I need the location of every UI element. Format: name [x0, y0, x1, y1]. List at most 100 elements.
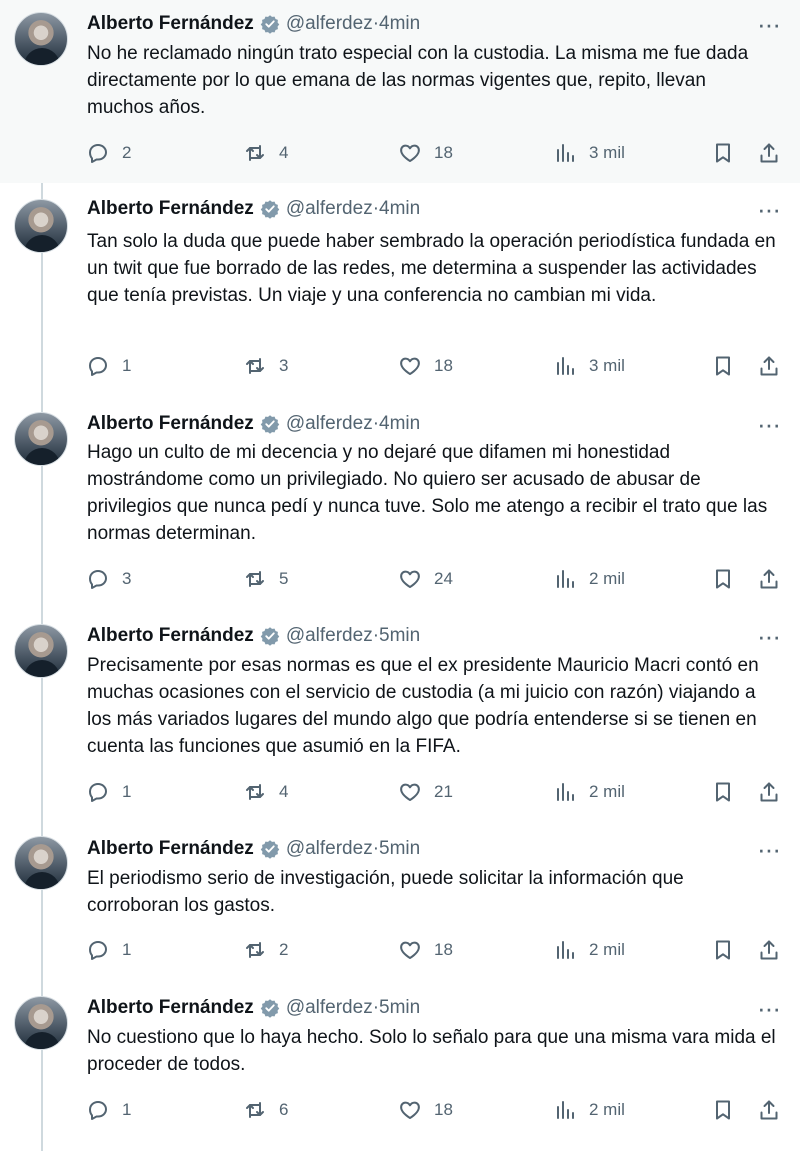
author-name[interactable]: Alberto Fernández — [87, 625, 254, 647]
tweet-actions: 2 4 18 3 mil — [0, 139, 800, 167]
like-button[interactable]: 18 — [398, 139, 453, 167]
tweet[interactable]: Alberto Fernández @alferdez · 4min ··· N… — [0, 0, 800, 183]
more-options-icon[interactable]: ··· — [757, 834, 781, 864]
tweet-text: Precisamente por esas normas es que el e… — [87, 655, 759, 757]
share-button[interactable] — [757, 1096, 781, 1124]
tweet-timestamp[interactable]: 5min — [379, 625, 420, 647]
tweet-timestamp[interactable]: 4min — [379, 198, 420, 220]
view-count: 2 mil — [589, 1100, 625, 1119]
reply-button[interactable]: 2 — [86, 139, 131, 167]
views-button[interactable]: 2 mil — [553, 1096, 625, 1124]
tweet[interactable]: Alberto Fernández @alferdez · 5min ··· P… — [0, 607, 800, 820]
author-handle[interactable]: @alferdez — [286, 198, 373, 220]
view-count: 3 mil — [589, 356, 625, 375]
share-icon — [760, 1100, 778, 1120]
reply-count: 1 — [122, 1100, 132, 1119]
bookmark-button[interactable] — [711, 1096, 735, 1124]
share-button[interactable] — [757, 936, 781, 964]
bookmark-button[interactable] — [711, 352, 735, 380]
bookmark-button[interactable] — [711, 565, 735, 593]
tweet-text: No cuestiono que lo haya hecho. Solo lo … — [87, 1027, 776, 1075]
author-name[interactable]: Alberto Fernández — [87, 997, 254, 1019]
bookmark-icon — [716, 940, 730, 960]
retweet-count: 4 — [279, 143, 289, 162]
reply-icon — [89, 144, 107, 163]
author-handle[interactable]: @alferdez — [286, 838, 373, 860]
more-options-icon[interactable]: ··· — [757, 621, 781, 651]
author-name[interactable]: Alberto Fernández — [87, 198, 254, 220]
tweet-header: Alberto Fernández @alferdez · 5min — [87, 835, 782, 863]
heart-icon — [400, 357, 420, 375]
views-button[interactable]: 2 mil — [553, 565, 625, 593]
retweet-button[interactable]: 2 — [243, 936, 288, 964]
tweet[interactable]: Alberto Fernández @alferdez · 4min ··· T… — [0, 183, 800, 395]
tweet-timestamp[interactable]: 4min — [379, 13, 420, 35]
tweet-actions: 1 3 18 3 mil — [0, 352, 800, 380]
author-handle[interactable]: @alferdez — [286, 13, 373, 35]
tweet[interactable]: Alberto Fernández @alferdez · 5min ··· E… — [0, 820, 800, 980]
share-button[interactable] — [757, 352, 781, 380]
tweet-timestamp[interactable]: 4min — [379, 413, 420, 435]
views-button[interactable]: 2 mil — [553, 778, 625, 806]
author-name[interactable]: Alberto Fernández — [87, 838, 254, 860]
views-button[interactable]: 2 mil — [553, 936, 625, 964]
author-handle[interactable]: @alferdez — [286, 413, 373, 435]
more-options-icon[interactable]: ··· — [757, 194, 781, 224]
avatar[interactable] — [14, 624, 68, 678]
bookmark-button[interactable] — [711, 778, 735, 806]
retweet-button[interactable]: 5 — [243, 565, 288, 593]
like-button[interactable]: 21 — [398, 778, 453, 806]
share-button[interactable] — [757, 778, 781, 806]
avatar[interactable] — [14, 199, 68, 253]
reply-button[interactable]: 1 — [86, 778, 131, 806]
retweet-button[interactable]: 4 — [243, 778, 288, 806]
share-button[interactable] — [757, 565, 781, 593]
tweet-timestamp[interactable]: 5min — [379, 997, 420, 1019]
like-button[interactable]: 18 — [398, 352, 453, 380]
more-options-icon[interactable]: ··· — [757, 409, 781, 439]
tweet-timestamp[interactable]: 5min — [379, 838, 420, 860]
reply-button[interactable]: 3 — [86, 565, 131, 593]
retweet-button[interactable]: 6 — [243, 1096, 288, 1124]
avatar[interactable] — [14, 12, 68, 66]
author-name[interactable]: Alberto Fernández — [87, 13, 254, 35]
like-button[interactable]: 18 — [398, 1096, 453, 1124]
views-button[interactable]: 3 mil — [553, 352, 625, 380]
reply-icon — [89, 357, 107, 376]
bookmark-icon — [716, 356, 730, 376]
heart-icon — [400, 144, 420, 162]
author-handle[interactable]: @alferdez — [286, 625, 373, 647]
more-options-icon[interactable]: ··· — [757, 9, 781, 39]
reply-button[interactable]: 1 — [86, 936, 131, 964]
tweet[interactable]: Alberto Fernández @alferdez · 5min ··· N… — [0, 980, 800, 1151]
retweet-button[interactable]: 3 — [243, 352, 288, 380]
verified-badge-icon — [260, 840, 280, 859]
avatar[interactable] — [14, 996, 68, 1050]
verified-badge-icon — [260, 415, 280, 434]
bookmark-icon — [716, 782, 730, 802]
retweet-button[interactable]: 4 — [243, 139, 288, 167]
reply-button[interactable]: 1 — [86, 352, 131, 380]
share-button[interactable] — [757, 139, 781, 167]
bookmark-button[interactable] — [711, 936, 735, 964]
like-count: 18 — [434, 1100, 453, 1119]
reply-count: 1 — [122, 356, 132, 375]
author-name[interactable]: Alberto Fernández — [87, 413, 254, 435]
avatar[interactable] — [14, 836, 68, 890]
like-button[interactable]: 18 — [398, 936, 453, 964]
tweet-actions: 3 5 24 2 mil — [0, 565, 800, 593]
more-options-icon[interactable]: ··· — [757, 993, 781, 1023]
like-button[interactable]: 24 — [398, 565, 453, 593]
reply-icon — [89, 1101, 107, 1120]
tweet[interactable]: Alberto Fernández @alferdez · 4min ··· H… — [0, 395, 800, 607]
bookmark-button[interactable] — [711, 139, 735, 167]
reply-count: 1 — [122, 940, 132, 959]
retweet-count: 4 — [279, 782, 289, 801]
view-count: 2 mil — [589, 569, 625, 588]
views-chart-icon — [557, 941, 574, 959]
author-handle[interactable]: @alferdez — [286, 997, 373, 1019]
avatar[interactable] — [14, 412, 68, 466]
reply-button[interactable]: 1 — [86, 1096, 131, 1124]
tweet-header: Alberto Fernández @alferdez · 5min — [87, 622, 782, 650]
views-button[interactable]: 3 mil — [553, 139, 625, 167]
